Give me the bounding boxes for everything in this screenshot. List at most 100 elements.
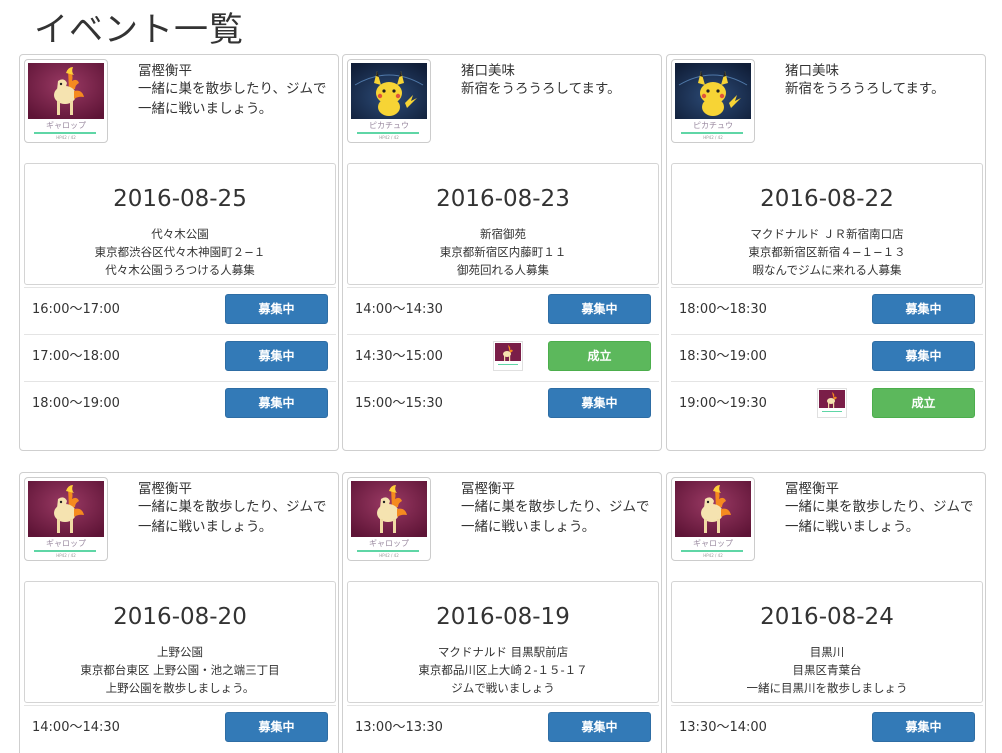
event-place: 新宿御苑 [480,227,526,241]
event-address: 東京都新宿区新宿４−１−１３ [748,245,906,259]
participant-avatar[interactable] [817,388,847,418]
event-date: 2016-08-25 [113,186,247,212]
event-details[interactable]: 2016-08-25 代々木公園 東京都渋谷区代々木神園町２−１ 代々木公園うろつける… [24,163,336,285]
organizer-message: 新宿をうろうろしてます。 [461,81,621,97]
pokemon-label: ピカチュウ [369,121,409,130]
organizer-message: 一緒に巣を散歩したり、ジムで一緒に戦いましょう。 [138,499,327,535]
recruiting-button[interactable]: 募集中 [872,341,975,371]
slot-time: 16:00〜17:00 [32,302,120,317]
slot-time: 14:30〜15:00 [355,349,443,364]
matched-button[interactable]: 成立 [548,341,651,371]
recruiting-button[interactable]: 募集中 [225,388,328,418]
event-description: 一緒に目黒川を散歩しましょう [746,681,908,695]
event-place: 代々木公園 [151,227,209,241]
ponyta-image [495,343,521,361]
event-description: 暇なんでジムに来れる人募集 [752,263,902,277]
time-slot-list: 16:00〜17:00 募集中 17:00〜18:00 募集中 18:00〜19:00 募… [24,287,336,428]
event-card: ギャロップ HP42 / 42 冨樫衡平 一緒に巣を散歩したり、ジムで一緒に戦いましょ… [342,472,662,753]
event-place: マクドナルド ＪＲ新宿南口店 [750,227,904,241]
recruiting-button[interactable]: 募集中 [872,294,975,324]
event-address: 東京都品川区上大崎２-１５-１７ [418,663,588,677]
hp-text: HP42 / 42 [379,135,399,140]
slot-time: 18:00〜18:30 [679,302,767,317]
event-card: ギャロップ HP42 / 42 冨樫衡平 一緒に巣を散歩したり、ジムで一緒に戦いましょ… [19,54,339,451]
event-date: 2016-08-23 [436,186,570,212]
organizer-avatar[interactable]: ピカチュウ HP42 / 42 [347,59,431,143]
time-slot-row: 14:30〜15:00 成立 [347,334,659,381]
time-slot-row: 13:30〜14:00 募集中 [671,705,983,752]
organizer-message: 一緒に巣を散歩したり、ジムで一緒に戦いましょう。 [138,81,327,117]
organizer-name[interactable]: 冨樫衡平 [461,477,515,497]
recruiting-button[interactable]: 募集中 [225,294,328,324]
organizer-avatar[interactable]: ギャロップ HP42 / 42 [671,477,755,561]
ponyta-image [28,481,104,537]
hp-text: HP42 / 42 [703,553,723,558]
time-slot-list: 14:00〜14:30 募集中 14:30〜15:00 成立 15:00〜15:30 募… [347,287,659,428]
hp-text: HP42 / 42 [703,135,723,140]
organizer-message: 一緒に巣を散歩したり、ジムで一緒に戦いましょう。 [785,499,974,535]
organizer-name[interactable]: 冨樫衡平 [138,477,192,497]
matched-button[interactable]: 成立 [872,388,975,418]
event-details[interactable]: 2016-08-24 目黒川 目黒区青葉台 一緒に目黒川を散歩しましょう [671,581,983,703]
organizer-avatar[interactable]: ギャロップ HP42 / 42 [24,59,108,143]
event-description: 代々木公園うろつける人募集 [105,263,255,277]
event-date: 2016-08-19 [436,604,570,630]
organizer-avatar[interactable]: ギャロップ HP42 / 42 [24,477,108,561]
time-slot-row: 19:00〜19:30 成立 [671,381,983,428]
event-date: 2016-08-22 [760,186,894,212]
event-place: 目黒川 [809,645,845,659]
event-details[interactable]: 2016-08-23 新宿御苑東京都新宿区内藤町１１ 御苑回れる人募集 [347,163,659,285]
slot-time: 15:00〜15:30 [355,396,443,411]
organizer-message: 一緒に巣を散歩したり、ジムで一緒に戦いましょう。 [461,499,650,535]
recruiting-button[interactable]: 募集中 [548,388,651,418]
event-card: ギャロップ HP42 / 42 冨樫衡平 一緒に巣を散歩したり、ジムで一緒に戦いましょ… [666,472,986,753]
page-title: イベント一覧 [34,10,244,50]
pokemon-label: ギャロップ [369,539,409,548]
hp-bar [822,411,842,412]
slot-time: 14:00〜14:30 [355,302,443,317]
event-description: 御苑回れる人募集 [457,263,549,277]
hp-text: HP42 / 42 [56,553,76,558]
slot-time: 14:00〜14:30 [32,720,120,735]
organizer-name[interactable]: 猪口美味 [461,59,515,79]
slot-time: 13:30〜14:00 [679,720,767,735]
organizer-avatar[interactable]: ギャロップ HP42 / 42 [347,477,431,561]
organizer-name[interactable]: 猪口美味 [785,59,839,79]
event-place: マクドナルド 目黒駅前店 [437,645,569,659]
event-date: 2016-08-24 [760,604,894,630]
recruiting-button[interactable]: 募集中 [225,712,328,742]
time-slot-list: 13:30〜14:00 募集中 [671,705,983,752]
organizer-name[interactable]: 冨樫衡平 [138,59,192,79]
event-description: 上野公園を散歩しましょう。 [105,681,255,695]
recruiting-button[interactable]: 募集中 [548,712,651,742]
recruiting-button[interactable]: 募集中 [548,294,651,324]
recruiting-button[interactable]: 募集中 [225,341,328,371]
event-details[interactable]: 2016-08-19 マクドナルド 目黒駅前店 東京都品川区上大崎２-１５-１７ ジム… [347,581,659,703]
organizer-name[interactable]: 冨樫衡平 [785,477,839,497]
event-details[interactable]: 2016-08-20 上野公園 東京都台東区 上野公園・池之端三丁目 上野公園を散歩し… [24,581,336,703]
slot-time: 18:30〜19:00 [679,349,767,364]
hp-bar [34,132,96,134]
event-date: 2016-08-20 [113,604,247,630]
time-slot-row: 15:00〜15:30 募集中 [347,381,659,428]
ponyta-image [28,63,104,119]
time-slot-row: 18:30〜19:00 募集中 [671,334,983,381]
recruiting-button[interactable]: 募集中 [872,712,975,742]
slot-time: 13:00〜13:30 [355,720,443,735]
hp-text: HP42 / 42 [56,135,76,140]
event-card: ピカチュウ HP42 / 42 猪口美味新宿をうろうろしてます。 2016-08-22… [666,54,986,451]
organizer-avatar[interactable]: ピカチュウ HP42 / 42 [671,59,755,143]
time-slot-row: 17:00〜18:00 募集中 [24,334,336,381]
pokemon-label: ギャロップ [46,539,86,548]
participant-avatar[interactable] [493,341,523,371]
organizer-profile: ギャロップ HP42 / 42 冨樫衡平 一緒に巣を散歩したり、ジムで一緒に戦いましょ… [343,473,661,578]
event-details[interactable]: 2016-08-22 マクドナルド ＪＲ新宿南口店 東京都新宿区新宿４−１−１３ 暇な… [671,163,983,285]
pokemon-label: ギャロップ [693,539,733,548]
ponyta-image [675,481,751,537]
hp-bar [357,132,419,134]
time-slot-list: 14:00〜14:30 募集中 [24,705,336,752]
organizer-profile: ギャロップ HP42 / 42 冨樫衡平 一緒に巣を散歩したり、ジムで一緒に戦いましょ… [667,473,985,578]
hp-bar [34,550,96,552]
organizer-message: 新宿をうろうろしてます。 [785,81,945,97]
event-address: 東京都新宿区内藤町１１ [439,245,567,259]
